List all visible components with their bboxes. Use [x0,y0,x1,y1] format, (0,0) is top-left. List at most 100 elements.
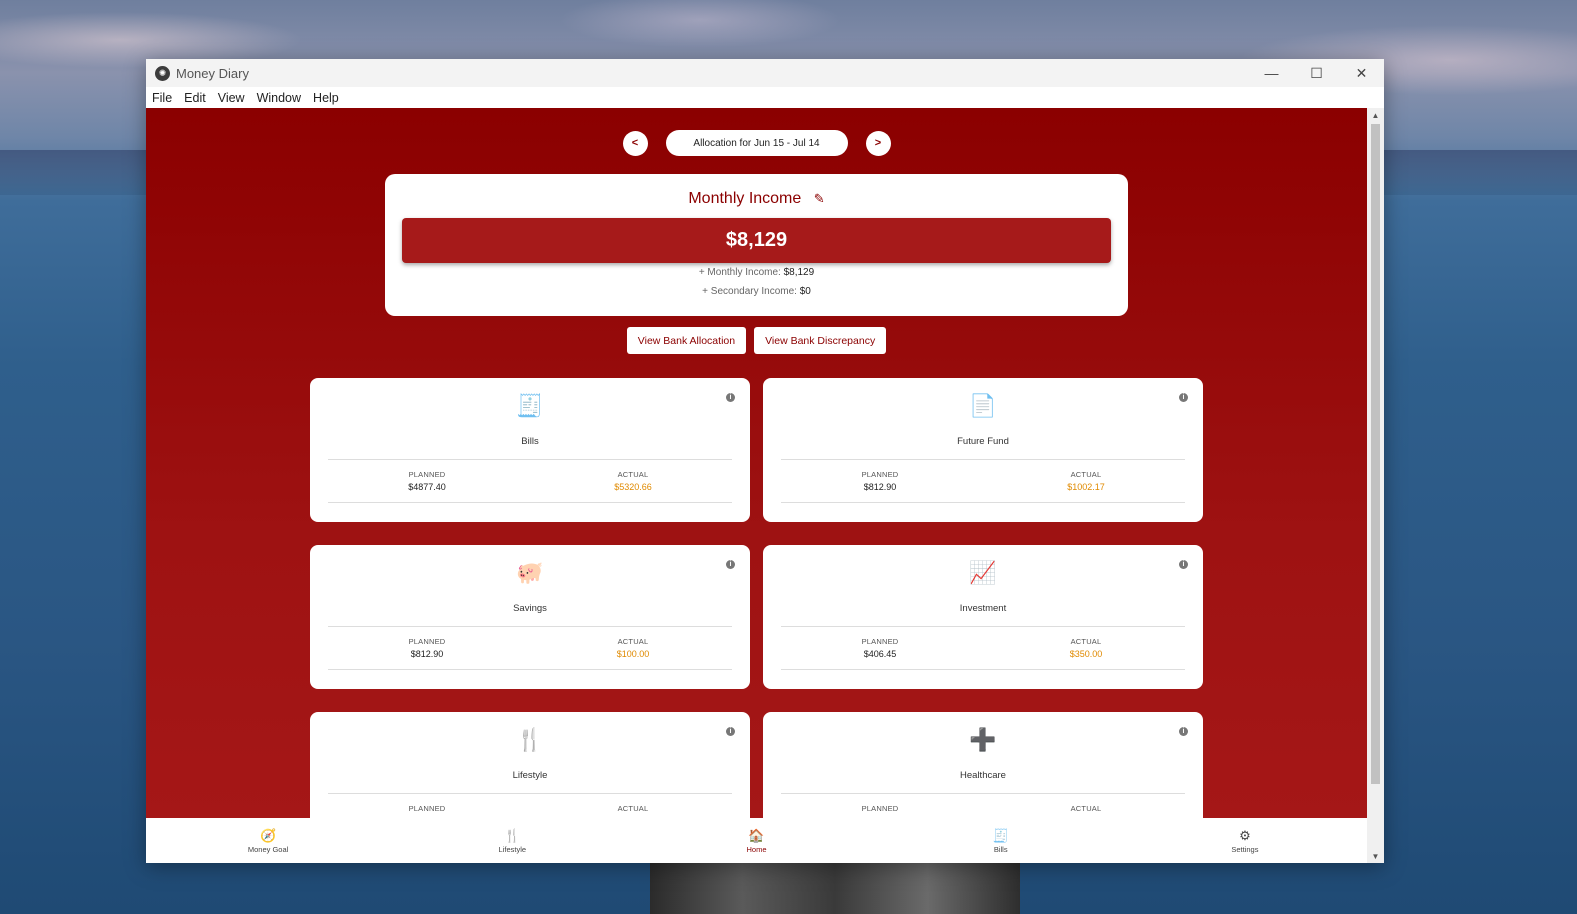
planned-column: PLANNED [367,804,487,816]
category-card-future-fund[interactable]: 📄 i Future Fund PLANNED $812.90 ACTUAL $… [763,378,1203,522]
bank-buttons: View Bank Allocation View Bank Discrepan… [146,327,1367,354]
planned-column: PLANNED $812.90 [820,470,940,492]
secondary-income-value: $0 [799,286,811,297]
category-card-savings[interactable]: 🐖 i Savings PLANNED $812.90 ACTUAL $100.… [310,545,750,689]
secondary-income-line: + Secondary Income: $0 [385,286,1128,297]
category-card-bills[interactable]: 🧾 i Bills PLANNED $4877.40 ACTUAL $5320.… [310,378,750,522]
planned-label: PLANNED [861,637,899,646]
compass-icon: 🧭 [260,827,277,843]
info-icon[interactable]: i [1179,393,1188,402]
nav-bills[interactable]: 🧾 Bills [879,818,1123,863]
menu-bar: File Edit View Window Help [146,87,1384,108]
document-dollar-icon: 📄 [969,393,997,418]
nav-settings[interactable]: ⚙ Settings [1123,818,1367,863]
income-card: Monthly Income ✎ $8,129 + Monthly Income… [385,174,1128,316]
category-name: Healthcare [960,770,1006,781]
actual-column: ACTUAL $100.00 [573,637,693,659]
planned-value: $406.45 [863,649,897,659]
planned-column: PLANNED $4877.40 [367,470,487,492]
divider [781,502,1185,503]
divider [328,793,732,794]
title-bar[interactable]: ✺ Money Diary — ☐ ✕ [146,59,1384,87]
actual-value: $1002.17 [1067,482,1105,492]
view-bank-discrepancy-button[interactable]: View Bank Discrepancy [754,327,887,354]
income-title-row: Monthly Income ✎ [385,190,1128,208]
window-controls: — ☐ ✕ [1249,59,1384,87]
nav-money-goal[interactable]: 🧭 Money Goal [146,818,390,863]
menu-file[interactable]: File [146,91,178,105]
receipt-icon: 🧾 [516,393,544,418]
menu-window[interactable]: Window [251,91,307,105]
actual-column: ACTUAL $1002.17 [1026,470,1146,492]
actual-label: ACTUAL [617,804,649,813]
info-icon[interactable]: i [726,560,735,569]
app-content: < Allocation for Jun 15 - Jul 14 > Month… [146,108,1367,818]
utensils-icon: 🍴 [504,827,521,843]
actual-label: ACTUAL [1070,637,1102,646]
category-name: Savings [513,603,547,614]
scroll-up-icon[interactable]: ▲ [1367,108,1384,122]
utensils-icon: 🍴 [516,727,544,752]
category-name: Investment [959,603,1007,614]
actual-column: ACTUAL $5320.66 [573,470,693,492]
divider [781,669,1185,670]
divider [781,626,1185,627]
divider [328,502,732,503]
previous-period-button[interactable]: < [622,130,648,156]
category-name: Future Fund [957,436,1009,447]
divider [328,626,732,627]
window-title: Money Diary [176,65,249,81]
actual-label: ACTUAL [1070,804,1102,813]
app-logo-icon: ✺ [155,65,170,81]
divider [328,459,732,460]
maximize-button[interactable]: ☐ [1294,59,1339,87]
menu-help[interactable]: Help [307,91,345,105]
minimize-button[interactable]: — [1249,59,1294,87]
nav-label: Home [746,844,767,854]
actual-value: $100.00 [616,649,650,659]
desktop-pier [650,862,1020,914]
info-icon[interactable]: i [1179,560,1188,569]
scroll-down-icon[interactable]: ▼ [1367,849,1384,863]
close-button[interactable]: ✕ [1339,59,1384,87]
monthly-income-line: + Monthly Income: $8,129 [385,267,1128,278]
period-navigation: < Allocation for Jun 15 - Jul 14 > [146,130,1367,156]
next-period-button[interactable]: > [865,130,891,156]
actual-label: ACTUAL [617,470,649,479]
info-icon[interactable]: i [1179,727,1188,736]
receipt-icon: 🧾 [992,827,1009,843]
monthly-income-label: + Monthly Income: [698,267,781,278]
menu-view[interactable]: View [212,91,251,105]
category-card-investment[interactable]: 📈 i Investment PLANNED $406.45 ACTUAL $3… [763,545,1203,689]
gear-icon: ⚙ [1239,827,1251,843]
app-window: ✺ Money Diary — ☐ ✕ File Edit View Windo… [146,59,1384,863]
edit-pencil-icon[interactable]: ✎ [814,191,825,207]
home-icon: 🏠 [748,827,765,843]
nav-lifestyle[interactable]: 🍴 Lifestyle [390,818,634,863]
divider [781,459,1185,460]
actual-column: ACTUAL [573,804,693,816]
view-bank-allocation-button[interactable]: View Bank Allocation [626,327,747,354]
monthly-income-value: $8,129 [783,267,815,278]
period-label[interactable]: Allocation for Jun 15 - Jul 14 [665,130,848,156]
planned-value: $4877.40 [408,482,446,492]
info-icon[interactable]: i [726,393,735,402]
planned-value: $812.90 [410,649,444,659]
actual-column: ACTUAL $350.00 [1026,637,1146,659]
category-card-healthcare[interactable]: ➕ i Healthcare PLANNED ACTUAL [763,712,1203,818]
vertical-scrollbar[interactable]: ▲ ▼ [1367,108,1384,863]
nav-label: Bills [993,844,1008,854]
nav-home[interactable]: 🏠 Home [634,818,878,863]
income-total: $8,129 [402,218,1111,263]
planned-column: PLANNED $812.90 [367,637,487,659]
info-icon[interactable]: i [726,727,735,736]
actual-value: $350.00 [1069,649,1103,659]
planned-label: PLANNED [861,804,899,813]
scroll-thumb[interactable] [1371,124,1380,784]
category-card-lifestyle[interactable]: 🍴 i Lifestyle PLANNED ACTUAL [310,712,750,818]
planned-column: PLANNED [820,804,940,816]
actual-value: $5320.66 [614,482,652,492]
menu-edit[interactable]: Edit [178,91,212,105]
nav-label: Money Goal [247,844,289,854]
chart-line-icon: 📈 [969,560,997,585]
